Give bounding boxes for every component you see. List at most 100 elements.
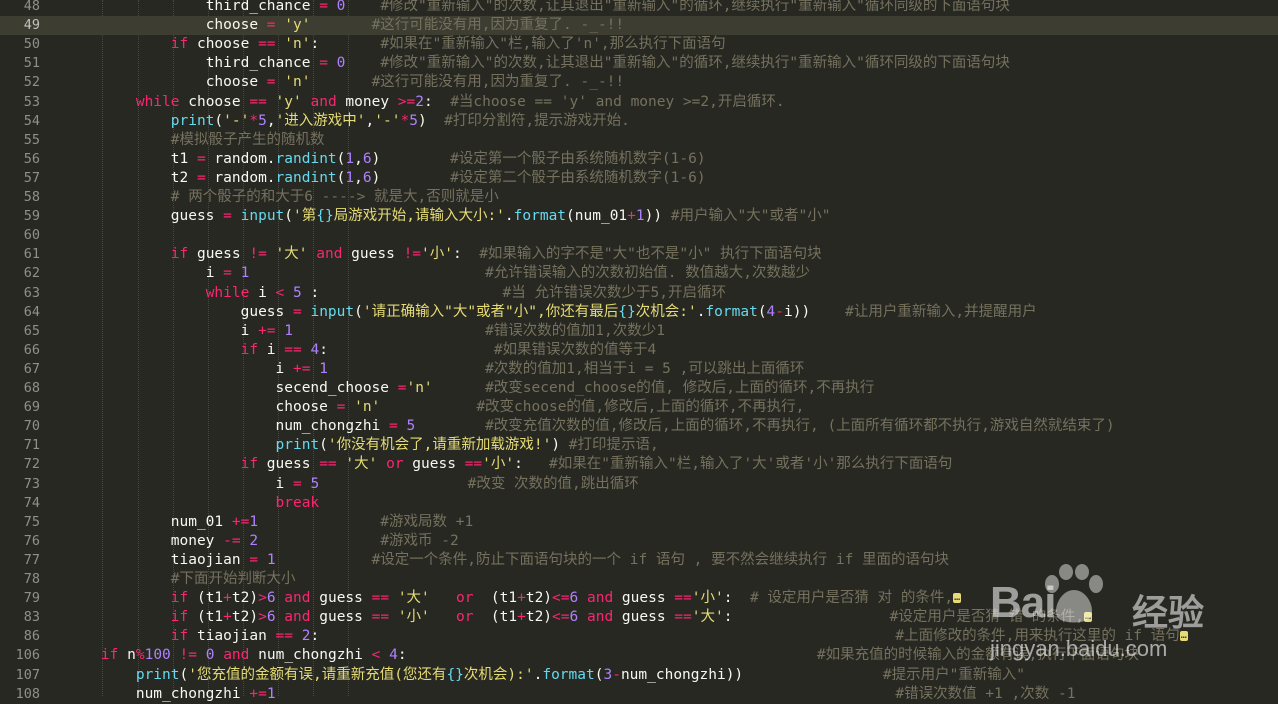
comment: #设定一个条件,防止下面语句块的一个 if 语句 , 要不然会继续执行 if 里…: [371, 551, 950, 568]
code-line[interactable]: 72 if guess == '大' or guess =='小': #如果在"…: [0, 455, 1278, 474]
code-content: if i == 4: #如果错误次数的值等于4: [66, 341, 657, 360]
code-line[interactable]: 74 break: [0, 494, 1278, 513]
code-content: guess = input('第{}局游戏开始,请输入大小:'.format(n…: [66, 207, 831, 226]
code-line[interactable]: 65 i += 1 #错误次数的值加1,次数少1: [0, 322, 1278, 341]
code-line[interactable]: 76 money -= 2 #游戏币 -2: [0, 532, 1278, 551]
comment: #打印提示语,: [568, 437, 659, 454]
keyword: or: [455, 590, 474, 607]
number-literal: 6: [362, 150, 372, 167]
code-line[interactable]: 70 num_chongzhi = 5 #改变充值次数的值,修改后,上面的循环,…: [0, 417, 1278, 436]
number-literal: 4: [310, 341, 320, 358]
code-line[interactable]: 64 guess = input('请正确输入"大"或者"小",你还有最后{}次…: [0, 303, 1278, 322]
code-line[interactable]: 62 i = 1 #允许错误输入的次数初始值. 数值越大,次数越少: [0, 264, 1278, 283]
operator: >: [258, 590, 267, 607]
string-literal: '大': [397, 590, 430, 607]
fold-marker-icon[interactable]: …: [953, 593, 962, 604]
code-line[interactable]: 58 # 两个骰子的和大于6 ----> 就是大,否则就是小: [0, 188, 1278, 207]
code-line[interactable]: 63 while i < 5 : #当 允许错误次数少于5,开启循环: [0, 284, 1278, 303]
code-line[interactable]: 61 if guess != '大' and guess !='小': #如果输…: [0, 245, 1278, 264]
code-line[interactable]: 106 if n%100 != 0 and num_chongzhi < 4: …: [0, 646, 1278, 665]
string-literal: '-': [374, 112, 401, 129]
operator: -: [775, 303, 785, 320]
code-text: choose: [205, 74, 267, 91]
code-line[interactable]: 86 if tiaojian == 2: #上面修改的条件,用来执行这里的 if…: [0, 627, 1278, 646]
operator: ==: [371, 609, 390, 626]
code-line[interactable]: 51 third_chance = 0 #修改"重新输入"的次数,让其退出"重新…: [0, 54, 1278, 73]
code-line[interactable]: 49 choose = 'y' #这行可能没有用,因为重复了. -_-!!: [0, 16, 1278, 36]
code-text: i: [275, 475, 293, 492]
line-number: 108: [15, 685, 40, 702]
code-line[interactable]: 68 secend_choose ='n' #改变secend_choose的值…: [0, 379, 1278, 398]
operator: <: [275, 284, 285, 301]
code-line[interactable]: 79 if (t1+t2)>6 and guess == '大' or (t1+…: [0, 589, 1278, 608]
code-line[interactable]: 83 if (t1+t2)>6 and guess == '小' or (t1+…: [0, 608, 1278, 627]
code-line[interactable]: 77 tiaojian = 1 #设定一个条件,防止下面语句块的一个 if 语句…: [0, 551, 1278, 570]
line-number: 61: [23, 246, 40, 263]
code-line[interactable]: 59 guess = input('第{}局游戏开始,请输入大小:'.forma…: [0, 207, 1278, 226]
line-number: 56: [23, 150, 40, 167]
number-literal: 4: [389, 647, 398, 664]
code-line[interactable]: 50 if choose == 'n': #如果在"重新输入"栏,输入了'n',…: [0, 35, 1278, 54]
code-line[interactable]: 57 t2 = random.randint(1,6) #设定第二个骰子由系统随…: [0, 169, 1278, 188]
code-line[interactable]: 71 print('你没有机会了,请重新加载游戏!') #打印提示语,: [0, 436, 1278, 455]
keyword: if: [240, 456, 259, 473]
code-line[interactable]: 67 i += 1 #次数的值加1,相当于i = 5 ,可以跳出上面循环: [0, 360, 1278, 379]
code-line[interactable]: 48 third_chance = 0 #修改"重新输入"的次数,让其退出"重新…: [0, 0, 1278, 16]
code-line[interactable]: 56 t1 = random.randint(1,6) #设定第一个骰子由系统随…: [0, 150, 1278, 169]
number-literal: 1: [345, 169, 355, 186]
function-name: format: [705, 303, 758, 320]
comment: #游戏币 -2: [380, 532, 459, 549]
code-line[interactable]: 54 print('-'*5,'进入游戏中','-'*5) #打印分割符,提示游…: [0, 112, 1278, 131]
number-literal: 1: [284, 322, 294, 339]
code-text: t2: [170, 169, 197, 186]
operator: =: [266, 17, 276, 34]
code-line[interactable]: 53 while choose == 'y' and money >=2: #当…: [0, 93, 1278, 112]
function-name: randint: [275, 150, 337, 167]
code-line[interactable]: 73 i = 5 #改变 次数的值,跳出循环: [0, 475, 1278, 494]
fold-marker-icon[interactable]: …: [1084, 612, 1093, 623]
code-line[interactable]: 75 num_01 +=1 #游戏局数 +1: [0, 513, 1278, 532]
code-editor[interactable]: 48 third_chance = 0 #修改"重新输入"的次数,让其退出"重新…: [0, 0, 1278, 702]
code-content: print('你没有机会了,请重新加载游戏!') #打印提示语,: [66, 436, 659, 455]
code-line[interactable]: 107 print('您充值的金额有误,请重新充值(您还有{}次机会):'.fo…: [0, 666, 1278, 685]
code-content: if (t1+t2)>6 and guess == '大' or (t1+t2)…: [66, 589, 962, 608]
code-text: guess: [188, 246, 250, 263]
function-name: input: [310, 303, 355, 320]
code-text: i: [240, 322, 259, 339]
code-line[interactable]: 78 #下面开始判断大小: [0, 570, 1278, 589]
number-literal: 1: [266, 685, 276, 702]
function-name: {}: [446, 666, 464, 683]
line-number: 69: [23, 399, 40, 416]
code-line[interactable]: 66 if i == 4: #如果错误次数的值等于4: [0, 341, 1278, 360]
line-number: 58: [23, 189, 40, 205]
code-content: num_chongzhi = 5 #改变充值次数的值,修改后,上面的循环,不再执…: [66, 417, 1115, 436]
code-line[interactable]: 60: [0, 226, 1278, 245]
code-line[interactable]: 55 #模拟骰子产生的随机数: [0, 131, 1278, 150]
code-text: .: [504, 208, 514, 225]
code-line[interactable]: 69 choose = 'n' #改变choose的值,修改后,上面的循环,不再…: [0, 398, 1278, 417]
code-line[interactable]: 108 num_chongzhi +=1 #错误次数值 +1 ,次数 -1: [0, 685, 1278, 704]
line-number: 64: [23, 303, 40, 320]
line-number: 75: [23, 513, 40, 530]
fold-marker-icon[interactable]: …: [1179, 631, 1188, 642]
string-literal: 'n': [354, 399, 381, 416]
code-line[interactable]: 52 choose = 'n' #这行可能没有用,因为重复了. -_-!!: [0, 73, 1278, 92]
code-text: money: [170, 532, 224, 549]
line-number: 51: [23, 55, 40, 72]
line-number: 73: [23, 475, 40, 492]
function-name: {}: [316, 208, 334, 225]
code-text: guess: [342, 246, 404, 263]
operator: -=: [223, 532, 241, 549]
